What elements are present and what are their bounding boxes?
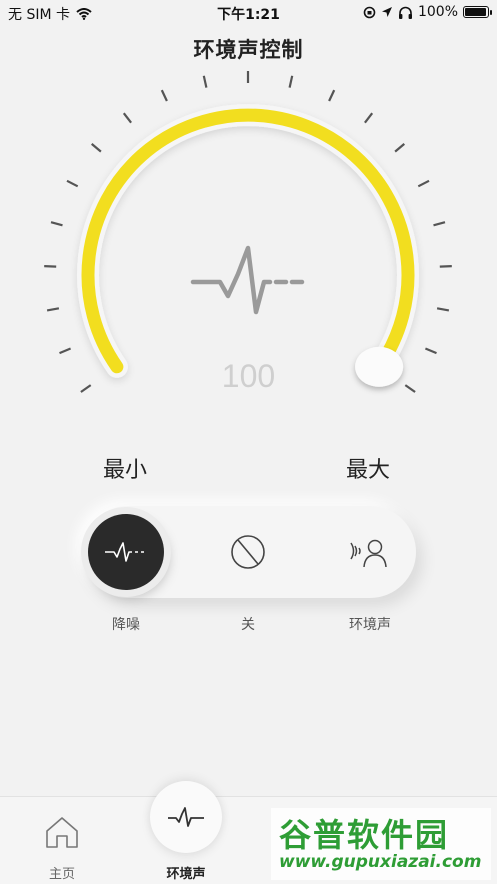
off-button[interactable] — [210, 514, 286, 590]
watermark-url: www.gupuxiazai.com — [279, 852, 482, 872]
dial-tick — [160, 89, 168, 102]
home-icon — [46, 817, 78, 848]
mode-label-off: 关 — [241, 617, 255, 633]
mode-label-ambient: 环境声 — [349, 617, 391, 633]
tab-ambient-label: 环境声 — [166, 867, 206, 882]
tab-home-label: 主页 — [48, 867, 75, 882]
dial-tick — [433, 221, 446, 227]
watermark: 谷普软件园 www.gupuxiazai.com — [271, 808, 491, 880]
dial-tick — [44, 265, 57, 268]
dial-tick — [364, 112, 374, 124]
waveform-icon — [105, 542, 144, 562]
dial-tick — [202, 75, 208, 88]
dial-tick — [46, 307, 60, 312]
battery-level — [465, 8, 486, 16]
dial-tick — [122, 112, 132, 124]
page-title: 环境声控制 — [193, 38, 304, 62]
min-label: 最小 — [103, 458, 148, 483]
battery-icon — [463, 6, 492, 18]
battery-percent: 100% — [417, 4, 458, 20]
dial-level-arc — [81, 108, 415, 374]
dial-tick — [417, 179, 430, 188]
off-icon — [231, 535, 265, 569]
dial-tick — [288, 75, 294, 88]
waveform-icon — [190, 245, 305, 315]
headphones-icon — [398, 6, 412, 19]
status-bar: 无 SIM 卡 下午1:21 100% — [0, 0, 497, 26]
dial-tick — [50, 221, 63, 227]
dial-tick — [439, 265, 452, 268]
ambient-sound-icon — [350, 539, 387, 568]
watermark-title: 谷普软件园 — [279, 816, 450, 854]
noise-cancelling-button[interactable] — [88, 514, 164, 590]
rotation-lock-icon — [363, 6, 376, 18]
location-arrow-icon — [381, 7, 392, 17]
tab-ambient-label-wrap: 环境声 — [146, 797, 226, 884]
dial-value: 100 — [221, 358, 276, 394]
dial-tick — [424, 347, 437, 355]
dial-tick — [436, 307, 450, 312]
dial-tick — [328, 89, 336, 102]
mode-label-noise-cancelling: 降噪 — [112, 617, 140, 633]
dial-tick — [66, 179, 79, 188]
dial-tick — [394, 143, 406, 153]
tab-home[interactable]: 主页 — [22, 797, 102, 884]
dial-tick — [90, 143, 102, 153]
max-label: 最大 — [346, 458, 391, 483]
dial-tick — [59, 347, 72, 355]
ambient-button[interactable] — [332, 514, 408, 590]
